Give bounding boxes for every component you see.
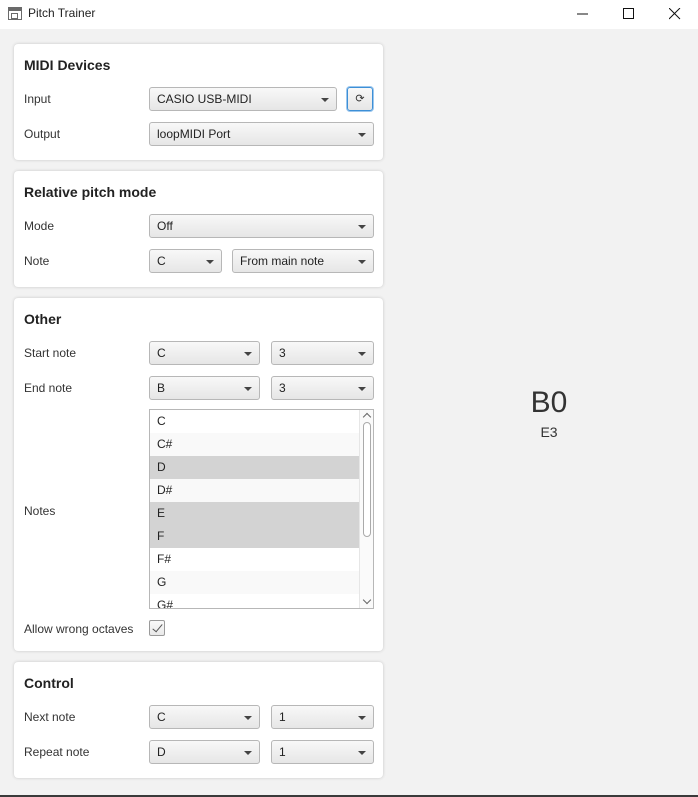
repeat-note-key-select[interactable]: D: [149, 740, 260, 764]
repeat-note-octave-select[interactable]: 1: [271, 740, 374, 764]
chevron-down-icon: [358, 352, 366, 356]
close-icon: [669, 8, 681, 20]
next-note-octave-select[interactable]: 1: [271, 705, 374, 729]
select-value: 3: [279, 381, 286, 395]
select-value: C: [157, 710, 166, 724]
list-item-g-sharp[interactable]: G#: [150, 594, 359, 608]
list-item-d-sharp[interactable]: D#: [150, 479, 359, 502]
select-value: loopMIDI Port: [157, 127, 231, 141]
select-value: B: [157, 381, 166, 395]
start-note-label: Start note: [24, 346, 77, 360]
list-item-f[interactable]: F: [150, 525, 359, 548]
list-item-g[interactable]: G: [150, 571, 359, 594]
repeat-note-label: Repeat note: [24, 745, 90, 759]
list-item-e[interactable]: E: [150, 502, 359, 525]
chevron-down-icon: [358, 260, 366, 264]
select-value: 1: [279, 710, 286, 724]
vertical-scrollbar[interactable]: [359, 410, 373, 608]
chevron-down-icon: [358, 716, 366, 720]
output-device-select[interactable]: loopMIDI Port: [149, 122, 374, 146]
maximize-icon: [623, 8, 634, 19]
output-label: Output: [24, 127, 61, 141]
control-panel: Control Next note C 1 Repeat note D 1: [14, 662, 383, 778]
select-value: 3: [279, 346, 286, 360]
end-note-label: End note: [24, 381, 73, 395]
relative-pitch-panel: Relative pitch mode Mode Off Note C From…: [14, 171, 383, 287]
select-value: C: [157, 254, 166, 268]
chevron-down-icon: [206, 260, 214, 264]
app-window-icon: [8, 7, 22, 20]
note-label: Note: [24, 254, 50, 268]
end-octave-select[interactable]: 3: [271, 376, 374, 400]
relative-from-select[interactable]: From main note: [232, 249, 374, 273]
start-octave-select[interactable]: 3: [271, 341, 374, 365]
close-button[interactable]: [652, 0, 698, 29]
select-value: C: [157, 346, 166, 360]
midi-devices-panel: MIDI Devices Input CASIO USB-MIDI ⟳ Outp…: [14, 44, 383, 160]
allow-wrong-octaves-checkbox[interactable]: [149, 620, 165, 636]
other-panel: Other Start note C 3 End note B 3 Notes …: [14, 298, 383, 651]
start-note-select[interactable]: C: [149, 341, 260, 365]
minimize-icon: [577, 13, 588, 15]
notes-list[interactable]: C C# D D# E F F# G G#: [149, 409, 374, 609]
select-value: Off: [157, 219, 173, 233]
panel-title: Control: [24, 675, 74, 691]
select-value: D: [157, 745, 166, 759]
chevron-down-icon: [244, 751, 252, 755]
list-item-c[interactable]: C: [150, 410, 359, 433]
allow-wrong-octaves-label: Allow wrong octaves: [24, 622, 134, 636]
input-device-select[interactable]: CASIO USB-MIDI: [149, 87, 337, 111]
scroll-up-icon[interactable]: [362, 412, 372, 422]
refresh-button[interactable]: ⟳: [347, 87, 373, 111]
next-note-key-select[interactable]: C: [149, 705, 260, 729]
window-title: Pitch Trainer: [28, 6, 96, 20]
select-value: From main note: [240, 254, 325, 268]
chevron-down-icon: [358, 751, 366, 755]
chevron-down-icon: [358, 387, 366, 391]
relative-note-select[interactable]: C: [149, 249, 222, 273]
target-note-display: E3: [540, 424, 558, 440]
panel-title: Relative pitch mode: [24, 184, 157, 200]
current-note-display: B0: [530, 386, 568, 419]
chevron-down-icon: [244, 387, 252, 391]
minimize-button[interactable]: [560, 0, 606, 29]
mode-label: Mode: [24, 219, 55, 233]
notes-label: Notes: [24, 504, 56, 518]
scroll-thumb[interactable]: [363, 422, 371, 537]
maximize-button[interactable]: [606, 0, 652, 29]
next-note-label: Next note: [24, 710, 76, 724]
chevron-down-icon: [244, 716, 252, 720]
panel-title: Other: [24, 311, 62, 327]
list-item-f-sharp[interactable]: F#: [150, 548, 359, 571]
notes-rows: C C# D D# E F F# G G#: [150, 410, 359, 608]
list-item-d[interactable]: D: [150, 456, 359, 479]
chevron-down-icon: [358, 133, 366, 137]
select-value: CASIO USB-MIDI: [157, 92, 252, 106]
end-note-select[interactable]: B: [149, 376, 260, 400]
input-label: Input: [24, 92, 51, 106]
chevron-down-icon: [358, 225, 366, 229]
chevron-down-icon: [321, 98, 329, 102]
scroll-down-icon[interactable]: [362, 595, 372, 605]
mode-select[interactable]: Off: [149, 214, 374, 238]
select-value: 1: [279, 745, 286, 759]
panel-title: MIDI Devices: [24, 57, 111, 73]
title-bar: Pitch Trainer: [0, 0, 698, 29]
list-item-c-sharp[interactable]: C#: [150, 433, 359, 456]
refresh-icon: ⟳: [355, 93, 365, 105]
chevron-down-icon: [244, 352, 252, 356]
